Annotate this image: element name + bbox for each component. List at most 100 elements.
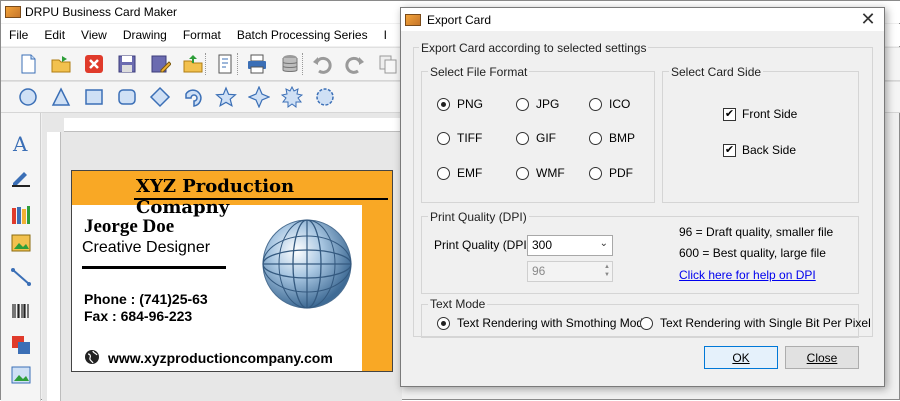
card-person-role[interactable]: Creative Designer (82, 239, 210, 257)
custom-dpi-value: 96 (532, 264, 546, 278)
new-file-icon[interactable] (15, 51, 41, 77)
dialog-title: Export Card (427, 12, 492, 27)
text-mode-single-bit-label: Text Rendering with Single Bit Per Pixel (660, 316, 871, 330)
radio-dot[interactable] (589, 131, 602, 145)
rectangle-tool-icon[interactable] (81, 84, 107, 110)
card-company-name[interactable]: XYZ Production Comapny (136, 176, 392, 218)
line-tool-icon[interactable] (9, 265, 33, 289)
menu-view[interactable]: View (73, 28, 115, 42)
print-quality-field-label: Print Quality (DPI) : (434, 238, 538, 252)
checkbox-box[interactable]: ✔ (723, 107, 736, 121)
menu-drawing[interactable]: Drawing (115, 28, 175, 42)
close-file-icon[interactable] (81, 51, 107, 77)
format-radio-jpg[interactable]: JPG (516, 97, 559, 111)
format-radio-gif[interactable]: GIF (516, 131, 556, 145)
dpi-hint-draft: 96 = Draft quality, smaller file (679, 225, 834, 239)
diamond-tool-icon[interactable] (147, 84, 173, 110)
seal-tool-icon[interactable] (312, 84, 338, 110)
save-as-icon[interactable] (147, 51, 173, 77)
radio-dot[interactable] (437, 316, 450, 330)
svg-text:A: A (12, 132, 28, 154)
business-card-canvas[interactable]: XYZ Production Comapny Jeorge Doe Creati… (71, 170, 393, 372)
checkbox-box[interactable]: ✔ (723, 143, 736, 157)
pencil-tool-icon[interactable] (9, 165, 33, 189)
format-radio-emf[interactable]: EMF (437, 166, 482, 180)
format-radio-ico[interactable]: ICO (589, 97, 630, 111)
radio-dot[interactable] (437, 97, 450, 111)
database-icon[interactable] (277, 51, 303, 77)
print-icon[interactable] (244, 51, 270, 77)
image-tool-icon[interactable] (9, 231, 33, 255)
card-fax[interactable]: Fax : 684-96-223 (84, 308, 192, 324)
close-button[interactable]: Close (785, 346, 859, 369)
radio-dot[interactable] (516, 131, 529, 145)
properties-icon[interactable] (212, 51, 238, 77)
triangle-tool-icon[interactable] (48, 84, 74, 110)
format-radio-tiff[interactable]: TIFF (437, 131, 482, 145)
picture-frame-tool-icon[interactable] (9, 363, 33, 387)
arc-tool-icon[interactable] (180, 84, 206, 110)
format-label-pdf: PDF (609, 166, 633, 180)
vertical-ruler (47, 132, 61, 401)
front-side-label: Front Side (742, 107, 798, 121)
format-label-jpg: JPG (536, 97, 560, 111)
card-side-group (662, 71, 859, 203)
front-side-checkbox[interactable]: ✔ Front Side (723, 107, 797, 121)
copy-icon[interactable] (375, 51, 401, 77)
text-mode-label: Text Mode (428, 297, 488, 311)
app-logo-icon (5, 6, 21, 18)
menu-truncated[interactable]: I (376, 28, 395, 42)
format-label-gif: GIF (536, 131, 556, 145)
format-label-emf: EMF (457, 166, 483, 180)
back-side-checkbox[interactable]: ✔ Back Side (723, 143, 796, 157)
card-side-label: Select Card Side (669, 65, 764, 79)
format-radio-bmp[interactable]: BMP (589, 131, 635, 145)
globe-graphic-icon[interactable] (260, 217, 354, 311)
print-quality-dropdown[interactable]: 300 ⌄ (527, 235, 613, 256)
menu-format[interactable]: Format (175, 28, 229, 42)
format-label-bmp: BMP (609, 131, 636, 145)
format-label-wmf: WMF (536, 166, 565, 180)
text-mode-radio-single-bit[interactable]: Text Rendering with Single Bit Per Pixel (640, 316, 871, 330)
undo-icon[interactable] (309, 51, 335, 77)
library-tool-icon[interactable] (9, 203, 33, 227)
spinner-arrows-icon[interactable]: ▲ ▼ (604, 263, 610, 279)
close-icon[interactable]: ✕ (858, 9, 878, 29)
text-mode-radio-smoothing[interactable]: Text Rendering with Smothing Mode (437, 316, 650, 330)
menu-batch-processing[interactable]: Batch Processing Series (229, 28, 376, 42)
chevron-down-icon[interactable]: ⌄ (600, 238, 608, 249)
ok-button[interactable]: OK (704, 346, 778, 369)
radio-dot[interactable] (589, 166, 602, 180)
redo-icon[interactable] (342, 51, 368, 77)
save-icon[interactable] (114, 51, 140, 77)
card-phone[interactable]: Phone : (741)25-63 (84, 291, 208, 307)
export-icon[interactable] (180, 51, 206, 77)
burst-tool-icon[interactable] (279, 84, 305, 110)
radio-dot[interactable] (437, 166, 450, 180)
barcode-tool-icon[interactable] (9, 299, 33, 323)
radio-dot[interactable] (640, 316, 653, 330)
star-tool-icon[interactable] (213, 84, 239, 110)
dpi-hint-best: 600 = Best quality, large file (679, 246, 826, 260)
menu-file[interactable]: File (1, 28, 36, 42)
format-radio-pdf[interactable]: PDF (589, 166, 633, 180)
format-label-png: PNG (457, 97, 484, 111)
left-toolbox: A (1, 113, 41, 401)
card-website[interactable]: www.xyzproductioncompany.com (108, 350, 333, 366)
custom-dpi-spinner[interactable]: 96 ▲ ▼ (527, 261, 613, 282)
signature-tool-icon[interactable] (9, 333, 33, 357)
card-person-name[interactable]: Jeorge Doe (84, 216, 174, 238)
rounded-rectangle-tool-icon[interactable] (114, 84, 140, 110)
format-radio-wmf[interactable]: WMF (516, 166, 565, 180)
four-point-star-tool-icon[interactable] (246, 84, 272, 110)
ellipse-tool-icon[interactable] (15, 84, 41, 110)
radio-dot[interactable] (516, 166, 529, 180)
radio-dot[interactable] (589, 97, 602, 111)
dpi-help-link[interactable]: Click here for help on DPI (679, 268, 816, 282)
format-radio-png[interactable]: PNG (437, 97, 483, 111)
menu-edit[interactable]: Edit (36, 28, 73, 42)
radio-dot[interactable] (516, 97, 529, 111)
open-folder-icon[interactable] (48, 51, 74, 77)
radio-dot[interactable] (437, 131, 450, 145)
text-tool-icon[interactable]: A (9, 131, 33, 155)
